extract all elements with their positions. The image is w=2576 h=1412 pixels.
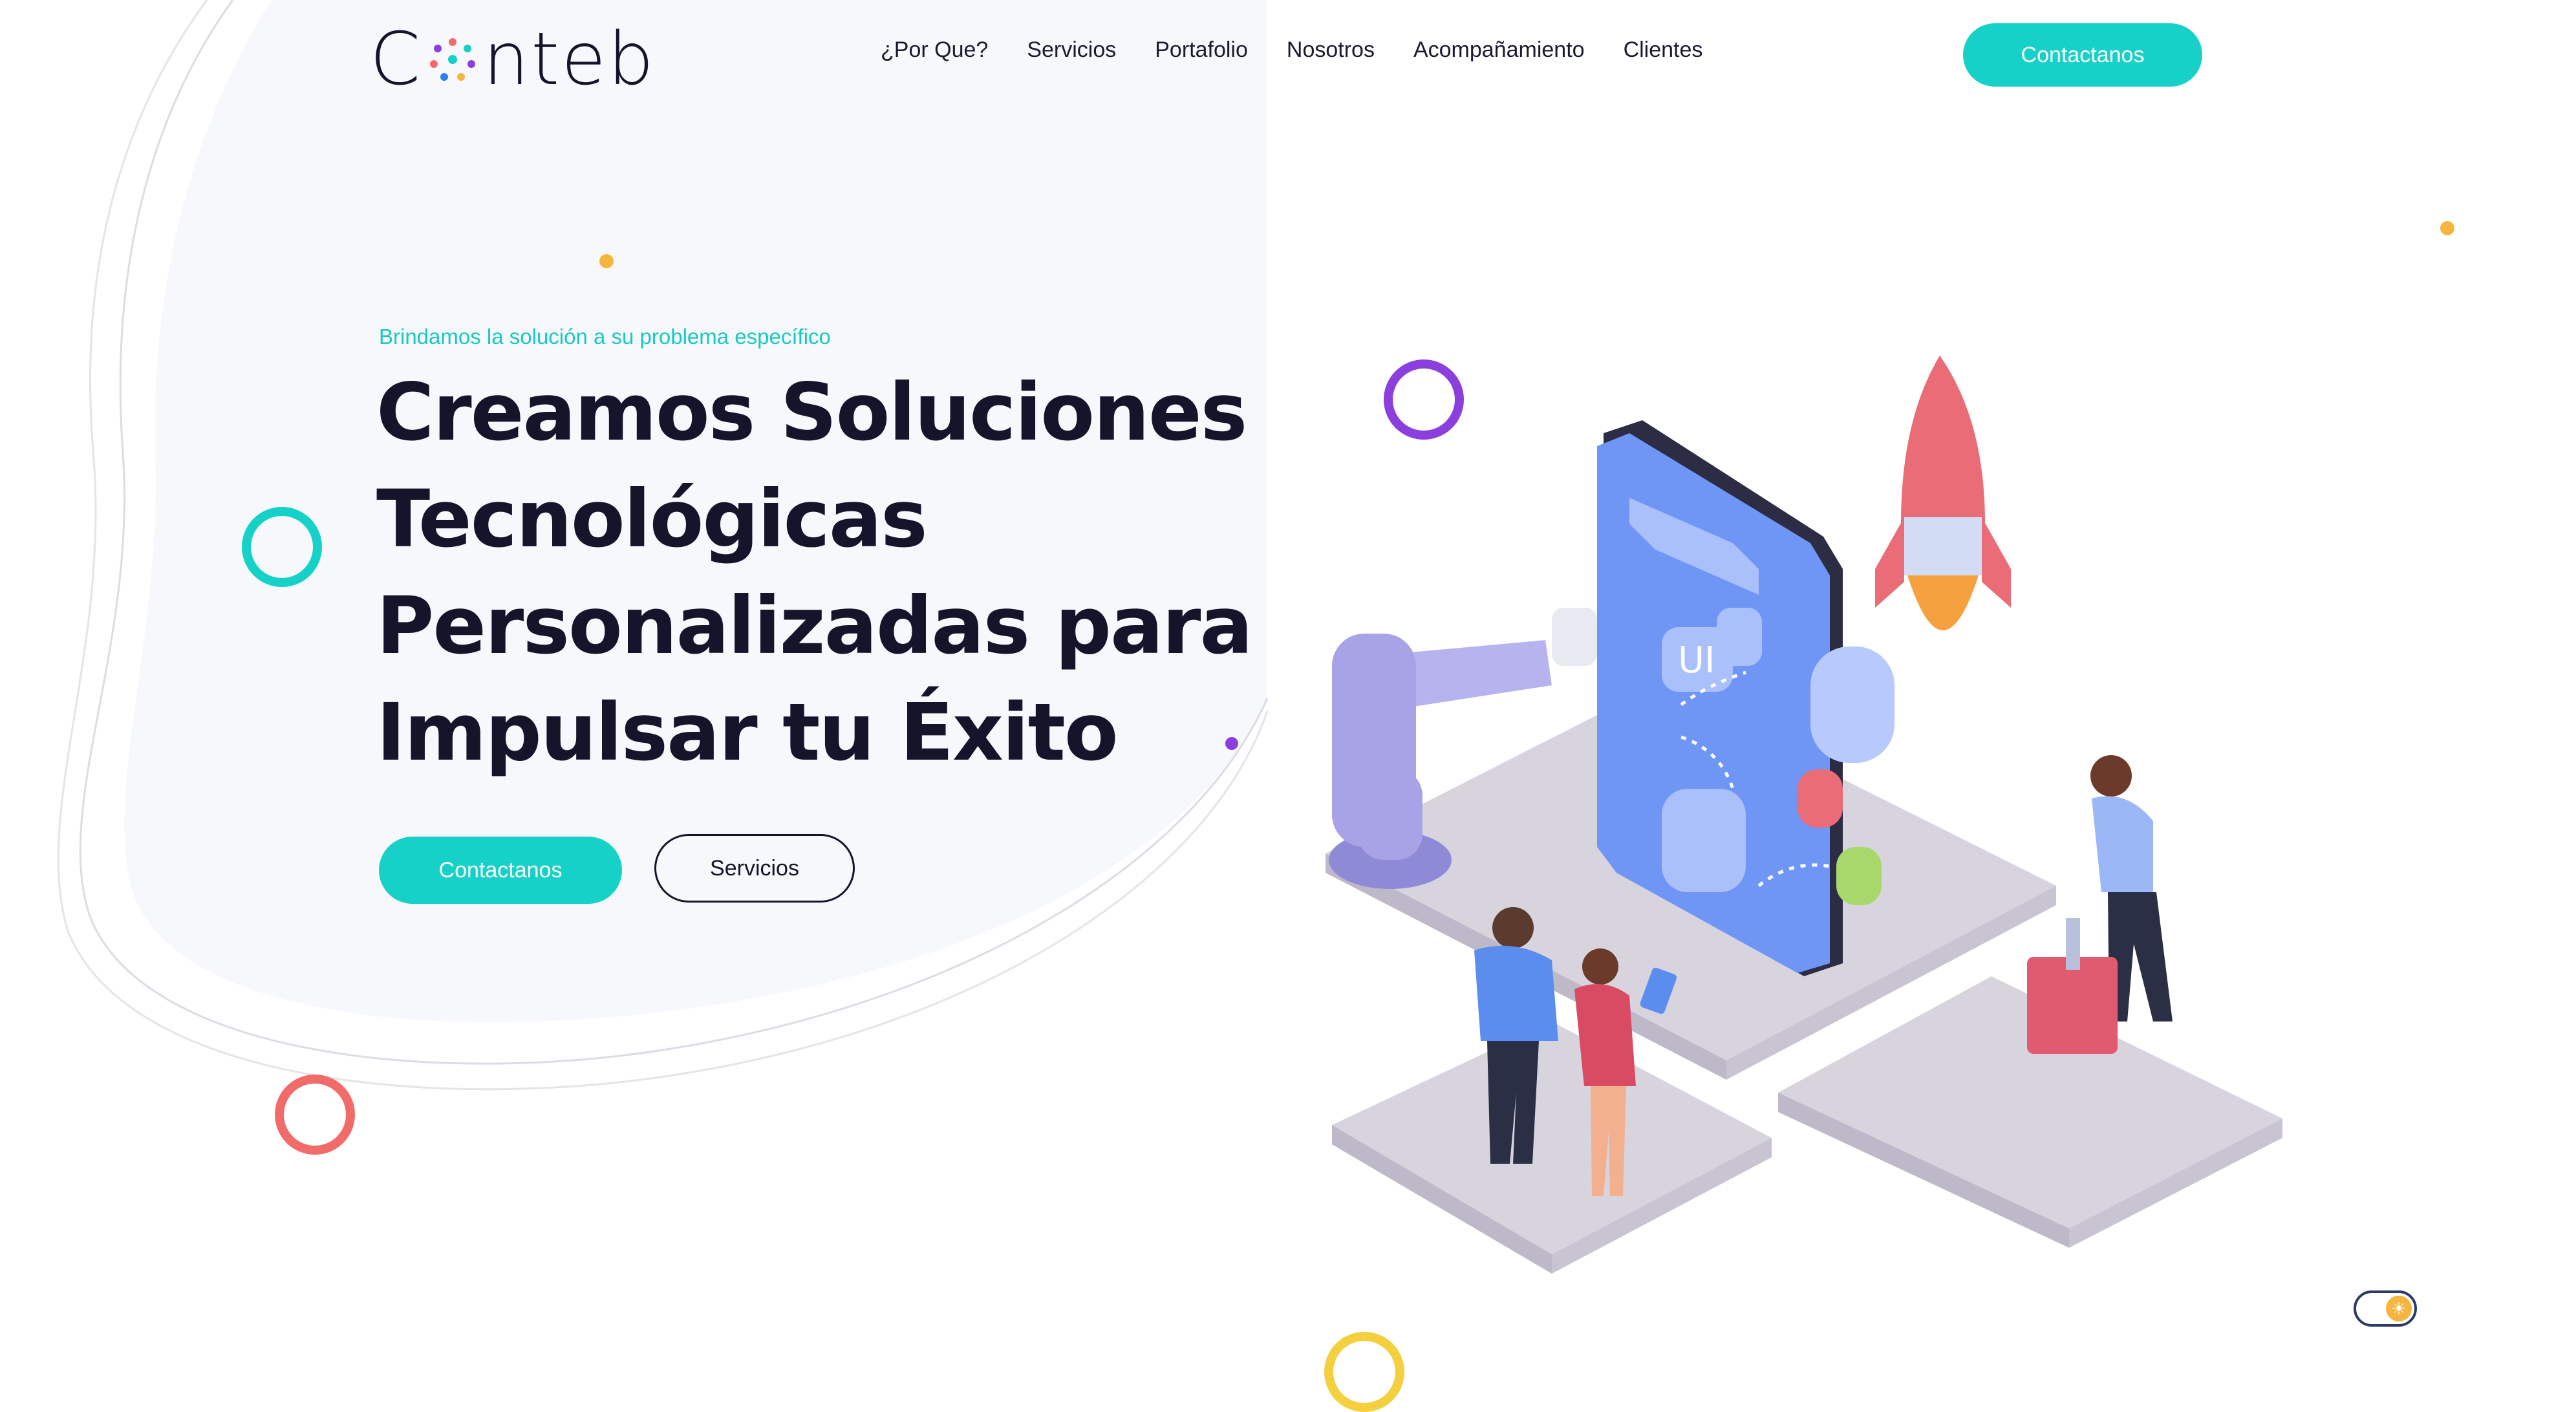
hero-title: Creamos Soluciones Tecnológicas Personal… — [376, 367, 1253, 778]
nav-item-servicios[interactable]: Servicios — [1027, 37, 1116, 63]
yellow-dot — [599, 254, 614, 268]
hero-tagline: Brindamos la solución a su problema espe… — [379, 325, 831, 348]
nav-item-nosotros[interactable]: Nosotros — [1287, 37, 1375, 63]
nav-item-acompanamiento[interactable]: Acompañamiento — [1413, 37, 1585, 63]
rocket — [1875, 356, 2011, 630]
floating-bubble-green — [1836, 847, 1882, 905]
brand-logo[interactable]: C nteb — [370, 23, 656, 96]
yellow-dot-right — [2440, 221, 2454, 235]
yellow-ring — [1324, 1332, 1404, 1412]
floating-bubble-red — [1798, 769, 1843, 828]
floating-bubble-blue — [1810, 647, 1894, 763]
main-nav: ¿Por Que? Servicios Portafolio Nosotros … — [881, 37, 1702, 63]
header-contact-button[interactable]: Contactanos — [1963, 23, 2202, 87]
teal-ring — [242, 507, 322, 587]
logo-text-right: nteb — [483, 17, 656, 102]
logo-text-left: C — [370, 17, 423, 102]
nav-item-clientes[interactable]: Clientes — [1624, 37, 1703, 63]
sun-icon: ☀ — [2386, 1296, 2412, 1321]
ui-label: UI — [1678, 639, 1715, 681]
coral-ring — [275, 1075, 355, 1155]
logo-dots-icon — [425, 32, 480, 87]
theme-toggle[interactable]: ☀ — [2354, 1290, 2417, 1327]
hero-services-button[interactable]: Servicios — [654, 834, 855, 903]
purple-ring — [1384, 359, 1464, 440]
hero-contact-button[interactable]: Contactanos — [379, 837, 622, 904]
nav-item-portafolio[interactable]: Portafolio — [1155, 37, 1248, 63]
nav-item-por-que[interactable]: ¿Por Que? — [881, 37, 988, 63]
hero-illustration: UI — [1326, 356, 2282, 1274]
